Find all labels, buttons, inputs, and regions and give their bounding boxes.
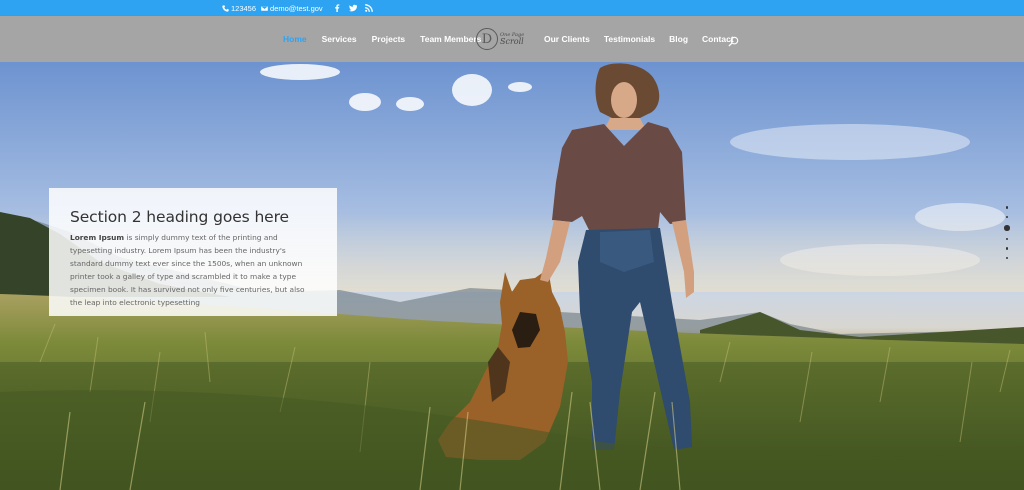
section-heading: Section 2 heading goes here — [70, 208, 289, 226]
envelope-icon — [261, 5, 269, 11]
top-bar: 123456 demo@test.gov — [0, 0, 1024, 16]
section-body: Lorem Ipsum is simply dummy text of the … — [70, 231, 316, 309]
facebook-link[interactable] — [333, 4, 342, 13]
phone-contact[interactable]: 123456 — [222, 4, 256, 13]
side-nav-dot-active[interactable] — [1004, 225, 1010, 231]
main-nav-left: Home Services Projects Team Members — [283, 16, 481, 62]
twitter-link[interactable] — [349, 4, 358, 13]
hero-section: Section 2 heading goes here Lorem Ipsum … — [0, 62, 1024, 490]
main-header: Home Services Projects Team Members D On… — [0, 16, 1024, 62]
side-dot-navigation — [1003, 206, 1011, 259]
nav-item-team-members[interactable]: Team Members — [420, 34, 481, 44]
logo-text: One Page Scroll — [500, 32, 524, 46]
nav-item-services[interactable]: Services — [322, 34, 357, 44]
email-contact[interactable]: demo@test.gov — [261, 4, 323, 13]
phone-icon — [222, 4, 229, 12]
main-nav-right: Our Clients Testimonials Blog Contact — [544, 16, 734, 62]
rss-icon — [365, 4, 374, 12]
email-address: demo@test.gov — [270, 3, 323, 13]
nav-item-projects[interactable]: Projects — [372, 34, 406, 44]
side-nav-dot[interactable] — [1005, 256, 1009, 259]
logo-line2: Scroll — [500, 36, 524, 46]
site-logo[interactable]: D One Page Scroll — [476, 25, 528, 53]
side-nav-dot[interactable] — [1005, 247, 1009, 250]
rss-link[interactable] — [365, 4, 374, 13]
side-nav-dot[interactable] — [1005, 215, 1009, 218]
side-nav-dot[interactable] — [1005, 206, 1009, 209]
facebook-icon — [335, 4, 340, 12]
nav-item-testimonials[interactable]: Testimonials — [604, 34, 655, 44]
nav-item-blog[interactable]: Blog — [669, 34, 688, 44]
nav-item-home[interactable]: Home — [283, 34, 307, 44]
section-text-box: Section 2 heading goes here Lorem Ipsum … — [49, 188, 337, 316]
section-body-text: is simply dummy text of the printing and… — [70, 233, 305, 307]
nav-item-our-clients[interactable]: Our Clients — [544, 34, 590, 44]
social-links — [333, 4, 374, 13]
logo-mark: D — [476, 28, 498, 50]
twitter-icon — [349, 4, 358, 12]
search-icon[interactable] — [728, 34, 739, 47]
phone-number: 123456 — [231, 3, 257, 13]
section-body-bold: Lorem Ipsum — [70, 233, 125, 242]
side-nav-dot[interactable] — [1005, 237, 1009, 240]
